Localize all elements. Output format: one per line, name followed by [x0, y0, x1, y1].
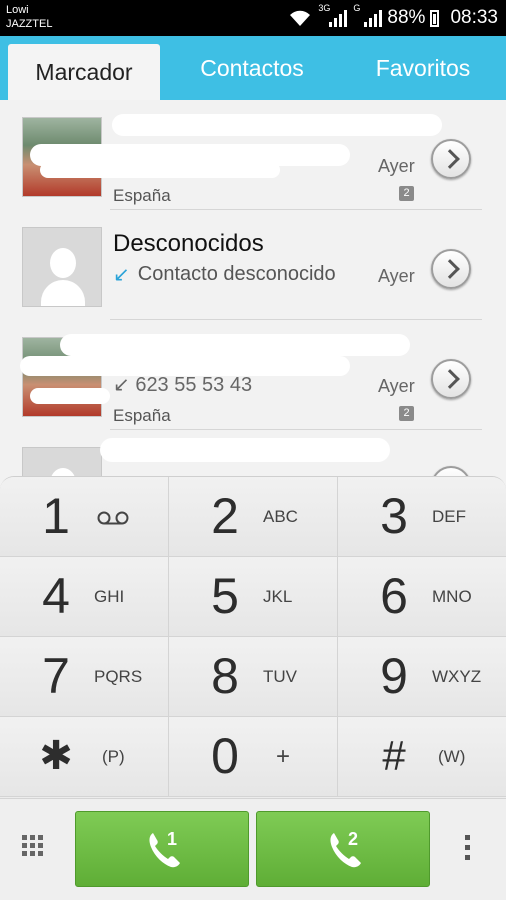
- tab-contactos[interactable]: Contactos: [170, 36, 334, 100]
- dial-keypad: 1 2 ABC 3 DEF 4 GHI 5 JKL 6 MNO 7 PQRS 8…: [0, 476, 506, 798]
- status-bar: Lowi JAZZTEL 3G G 88% 08:33: [0, 0, 506, 36]
- key-letters: ABC: [263, 507, 298, 526]
- key-letters: (P): [102, 747, 125, 766]
- key-hash[interactable]: # (W): [338, 717, 506, 797]
- key-9[interactable]: 9 WXYZ: [338, 637, 506, 717]
- key-star[interactable]: ✱ (P): [0, 717, 169, 797]
- call-log-row[interactable]: ↙ 623 55 53 43 Ayer España 2: [0, 320, 506, 430]
- key-0[interactable]: 0 +: [169, 717, 338, 797]
- call-country: España: [113, 406, 171, 425]
- wifi-icon: [290, 10, 311, 26]
- call-sim1-button[interactable]: 1: [75, 811, 249, 887]
- key-letters: (W): [438, 747, 466, 766]
- tab-bar: Marcador Contactos Favoritos: [0, 36, 506, 100]
- battery-percent: 88%: [387, 7, 426, 28]
- overflow-menu-icon[interactable]: [465, 835, 471, 861]
- key-digit: 0: [211, 728, 239, 784]
- redaction-scribble: [30, 388, 110, 404]
- key-digit: ✱: [39, 734, 73, 778]
- key-letters: TUV: [263, 667, 297, 686]
- key-digit: 3: [380, 488, 408, 544]
- key-letters: DEF: [432, 507, 466, 526]
- signal-2-icon: G: [353, 3, 383, 27]
- call-count-badge: 2: [399, 406, 414, 421]
- key-digit: 6: [380, 568, 408, 624]
- phone-sim2-icon: 2: [330, 829, 361, 868]
- key-letters: +: [276, 743, 291, 770]
- tab-marcador[interactable]: Marcador: [8, 44, 160, 100]
- call-sim2-button[interactable]: 2: [256, 811, 430, 887]
- call-count-badge: 2: [399, 186, 414, 201]
- call-subtitle: ↙ Contacto desconocido: [113, 262, 336, 287]
- network-type-2: G: [353, 3, 361, 13]
- avatar-placeholder: [22, 227, 102, 307]
- network-type-1: 3G: [318, 3, 331, 13]
- call-log-list: Ayer España 2 Desconocidos ↙ Contacto de…: [0, 100, 506, 480]
- key-letters: GHI: [94, 587, 125, 606]
- key-letters: MNO: [432, 587, 472, 606]
- key-letters: WXYZ: [432, 667, 482, 686]
- key-letters: PQRS: [94, 667, 143, 686]
- key-digit: 9: [380, 648, 408, 704]
- action-bar: 1 2: [0, 798, 506, 900]
- key-digit: 4: [42, 568, 70, 624]
- carrier-2: JAZZTEL: [6, 18, 53, 30]
- chevron-right-icon[interactable]: [431, 249, 471, 289]
- chevron-right-icon[interactable]: [431, 139, 471, 179]
- battery-icon: [430, 9, 440, 27]
- key-digit: 8: [211, 648, 239, 704]
- call-log-row[interactable]: Ayer España 2: [0, 100, 506, 210]
- missed-call-arrow-icon: ↙: [113, 264, 130, 286]
- key-4[interactable]: 4 GHI: [0, 557, 169, 637]
- contact-name: Desconocidos: [113, 230, 264, 257]
- key-digit: 5: [211, 568, 239, 624]
- sim1-label: 1: [167, 829, 177, 849]
- key-2[interactable]: 2 ABC: [169, 477, 338, 557]
- phone-sim1-icon: 1: [149, 829, 180, 868]
- key-letters: JKL: [263, 587, 293, 606]
- key-5[interactable]: 5 JKL: [169, 557, 338, 637]
- call-log-row[interactable]: [0, 430, 506, 480]
- key-digit: 2: [211, 488, 239, 544]
- signal-1-icon: 3G: [318, 3, 348, 27]
- call-country: España: [113, 186, 171, 205]
- carrier-1: Lowi: [6, 4, 29, 16]
- person-icon: [41, 242, 85, 306]
- key-digit: 1: [42, 488, 70, 544]
- call-subtitle-text: Contacto desconocido: [137, 263, 336, 285]
- chevron-right-icon[interactable]: [431, 359, 471, 399]
- tab-favoritos[interactable]: Favoritos: [350, 36, 496, 100]
- call-day: Ayer: [378, 156, 415, 176]
- redaction-scribble: [40, 162, 280, 178]
- key-8[interactable]: 8 TUV: [169, 637, 338, 717]
- key-digit: #: [382, 732, 406, 779]
- redaction-scribble: [112, 114, 442, 136]
- redaction-scribble: [60, 334, 410, 356]
- redaction-scribble: [20, 356, 350, 376]
- key-7[interactable]: 7 PQRS: [0, 637, 169, 717]
- voicemail-icon: [97, 511, 129, 525]
- call-day: Ayer: [378, 266, 415, 286]
- dialpad-toggle-icon[interactable]: [22, 835, 48, 861]
- status-icons: 3G G 88% 08:33: [288, 3, 498, 31]
- carrier-labels: Lowi JAZZTEL: [6, 3, 52, 31]
- call-log-row[interactable]: Desconocidos ↙ Contacto desconocido Ayer: [0, 210, 506, 320]
- clock: 08:33: [450, 7, 498, 28]
- key-1[interactable]: 1: [0, 477, 169, 557]
- key-digit: 7: [42, 648, 70, 704]
- sim2-label: 2: [348, 829, 358, 849]
- key-6[interactable]: 6 MNO: [338, 557, 506, 637]
- redaction-scribble: [100, 438, 390, 462]
- call-day: Ayer: [378, 376, 415, 396]
- key-3[interactable]: 3 DEF: [338, 477, 506, 557]
